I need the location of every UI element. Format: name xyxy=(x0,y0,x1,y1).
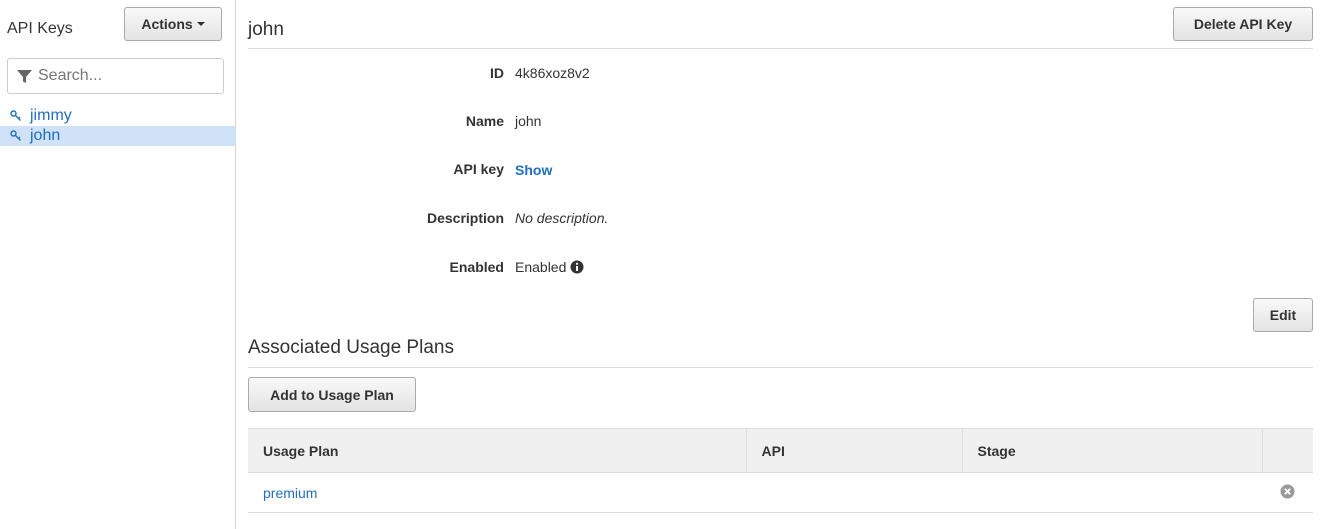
remove-icon[interactable] xyxy=(1280,484,1295,499)
enabled-field: Enabled xyxy=(515,259,584,275)
divider xyxy=(248,48,1313,49)
key-item-john[interactable]: john xyxy=(0,126,236,146)
id-label: ID xyxy=(490,65,504,81)
filter-icon xyxy=(17,69,32,83)
column-header-stage: Stage xyxy=(962,428,1263,473)
show-key-link[interactable]: Show xyxy=(515,162,552,178)
id-value: 4k86xoz8v2 xyxy=(515,65,590,81)
api-key-list: jimmy john xyxy=(0,106,236,146)
api-keys-sidebar: API Keys Actions jimmy john xyxy=(0,0,236,529)
key-icon xyxy=(10,110,21,121)
usage-plans-table: Usage Plan API Stage premium xyxy=(248,428,1313,513)
search-input[interactable] xyxy=(38,67,218,85)
usage-plan-link[interactable]: premium xyxy=(263,485,317,501)
key-label: john xyxy=(30,127,61,144)
add-to-usage-plan-button[interactable]: Add to Usage Plan xyxy=(248,377,416,412)
edit-button[interactable]: Edit xyxy=(1253,298,1313,332)
description-label: Description xyxy=(426,210,504,226)
api-key-label: API key xyxy=(453,161,504,177)
name-value: john xyxy=(515,113,542,129)
column-header-api: API xyxy=(746,428,963,473)
key-label: jimmy xyxy=(30,107,72,124)
enabled-value: Enabled xyxy=(515,259,567,275)
search-box[interactable] xyxy=(7,58,224,94)
caret-down-icon xyxy=(196,22,205,26)
table-header-row: Usage Plan API Stage xyxy=(248,428,1313,473)
description-value: No description. xyxy=(515,210,609,226)
column-header-usage-plan: Usage Plan xyxy=(248,428,747,473)
name-label: Name xyxy=(465,113,504,129)
usage-plans-heading: Associated Usage Plans xyxy=(248,337,454,358)
page-title: john xyxy=(248,19,284,40)
table-row: premium xyxy=(248,472,1313,513)
api-key-value: Show xyxy=(515,162,552,178)
enabled-label: Enabled xyxy=(449,259,504,275)
info-icon[interactable] xyxy=(570,260,584,274)
actions-button[interactable]: Actions xyxy=(124,7,222,41)
api-key-detail: john Delete API Key ID 4k86xoz8v2 Name j… xyxy=(248,0,1313,529)
sidebar-title: API Keys xyxy=(7,20,73,37)
column-header-actions xyxy=(1262,428,1313,473)
divider xyxy=(248,367,1313,368)
actions-label: Actions xyxy=(141,16,193,32)
stage-cell xyxy=(962,472,1262,513)
api-cell xyxy=(746,472,962,513)
delete-api-key-button[interactable]: Delete API Key xyxy=(1173,7,1313,41)
key-item-jimmy[interactable]: jimmy xyxy=(0,106,236,126)
key-icon xyxy=(10,130,21,141)
